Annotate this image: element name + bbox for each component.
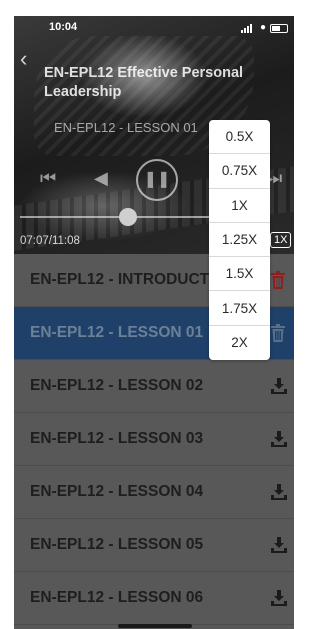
speed-option-1.25x[interactable]: 1.25X xyxy=(209,223,270,258)
trash-icon[interactable] xyxy=(270,271,288,289)
signal-icon xyxy=(241,24,252,33)
lesson-row-02[interactable]: EN-EPL12 - LESSON 02 xyxy=(14,360,294,413)
lesson-label: EN-EPL12 - LESSON 02 xyxy=(30,377,204,394)
playback-speed-button[interactable]: 1X xyxy=(270,232,292,248)
speed-option-2x[interactable]: 2X xyxy=(209,326,270,360)
seek-bar[interactable] xyxy=(20,208,216,226)
rewind-icon[interactable]: ◀ xyxy=(94,169,108,187)
seek-handle[interactable] xyxy=(118,208,137,226)
wifi-icon: ● xyxy=(259,22,266,33)
video-title: EN-EPL12 Effective Personal Leadership xyxy=(44,65,244,100)
trash-icon[interactable] xyxy=(270,324,288,342)
download-icon[interactable] xyxy=(270,483,288,501)
lesson-label: EN-EPL12 - INTRODUCTION xyxy=(30,271,237,288)
speed-option-0.75x[interactable]: 0.75X xyxy=(209,154,270,189)
home-indicator xyxy=(118,624,192,628)
back-icon[interactable]: ‹ xyxy=(20,48,27,70)
battery-icon xyxy=(270,24,288,33)
lesson-label: EN-EPL12 - LESSON 06 xyxy=(30,589,204,606)
video-subtitle: EN-EPL12 - LESSON 01 xyxy=(54,120,198,135)
lesson-label: EN-EPL12 - LESSON 04 xyxy=(30,483,204,500)
speed-option-0.5x[interactable]: 0.5X xyxy=(209,120,270,155)
lesson-label: EN-EPL12 - LESSON 03 xyxy=(30,430,204,447)
lesson-row-05[interactable]: EN-EPL12 - LESSON 05 xyxy=(14,519,294,572)
status-time: 10:04 xyxy=(49,21,78,33)
download-icon[interactable] xyxy=(270,589,288,607)
speed-option-1.75x[interactable]: 1.75X xyxy=(209,291,270,326)
download-icon[interactable] xyxy=(270,430,288,448)
pause-button[interactable]: ❚❚ xyxy=(136,159,178,201)
download-icon[interactable] xyxy=(270,536,288,554)
lesson-row-06[interactable]: EN-EPL12 - LESSON 06 xyxy=(14,572,294,625)
playback-speed-menu: 0.5X 0.75X 1X 1.25X 1.5X 1.75X 2X xyxy=(209,120,270,361)
speed-option-1x[interactable]: 1X xyxy=(209,189,270,223)
lesson-label: EN-EPL12 - LESSON 01 xyxy=(30,324,204,341)
status-bar: 10:04 ● xyxy=(14,16,294,40)
lesson-row-03[interactable]: EN-EPL12 - LESSON 03 xyxy=(14,413,294,466)
download-icon[interactable] xyxy=(270,377,288,395)
elapsed-time: 07:07/11:08 xyxy=(20,235,80,247)
lesson-row-04[interactable]: EN-EPL12 - LESSON 04 xyxy=(14,466,294,519)
skip-previous-icon[interactable]: ⏮ xyxy=(40,169,56,187)
speed-option-1.5x[interactable]: 1.5X xyxy=(209,257,270,292)
lesson-label: EN-EPL12 - LESSON 05 xyxy=(30,536,204,553)
